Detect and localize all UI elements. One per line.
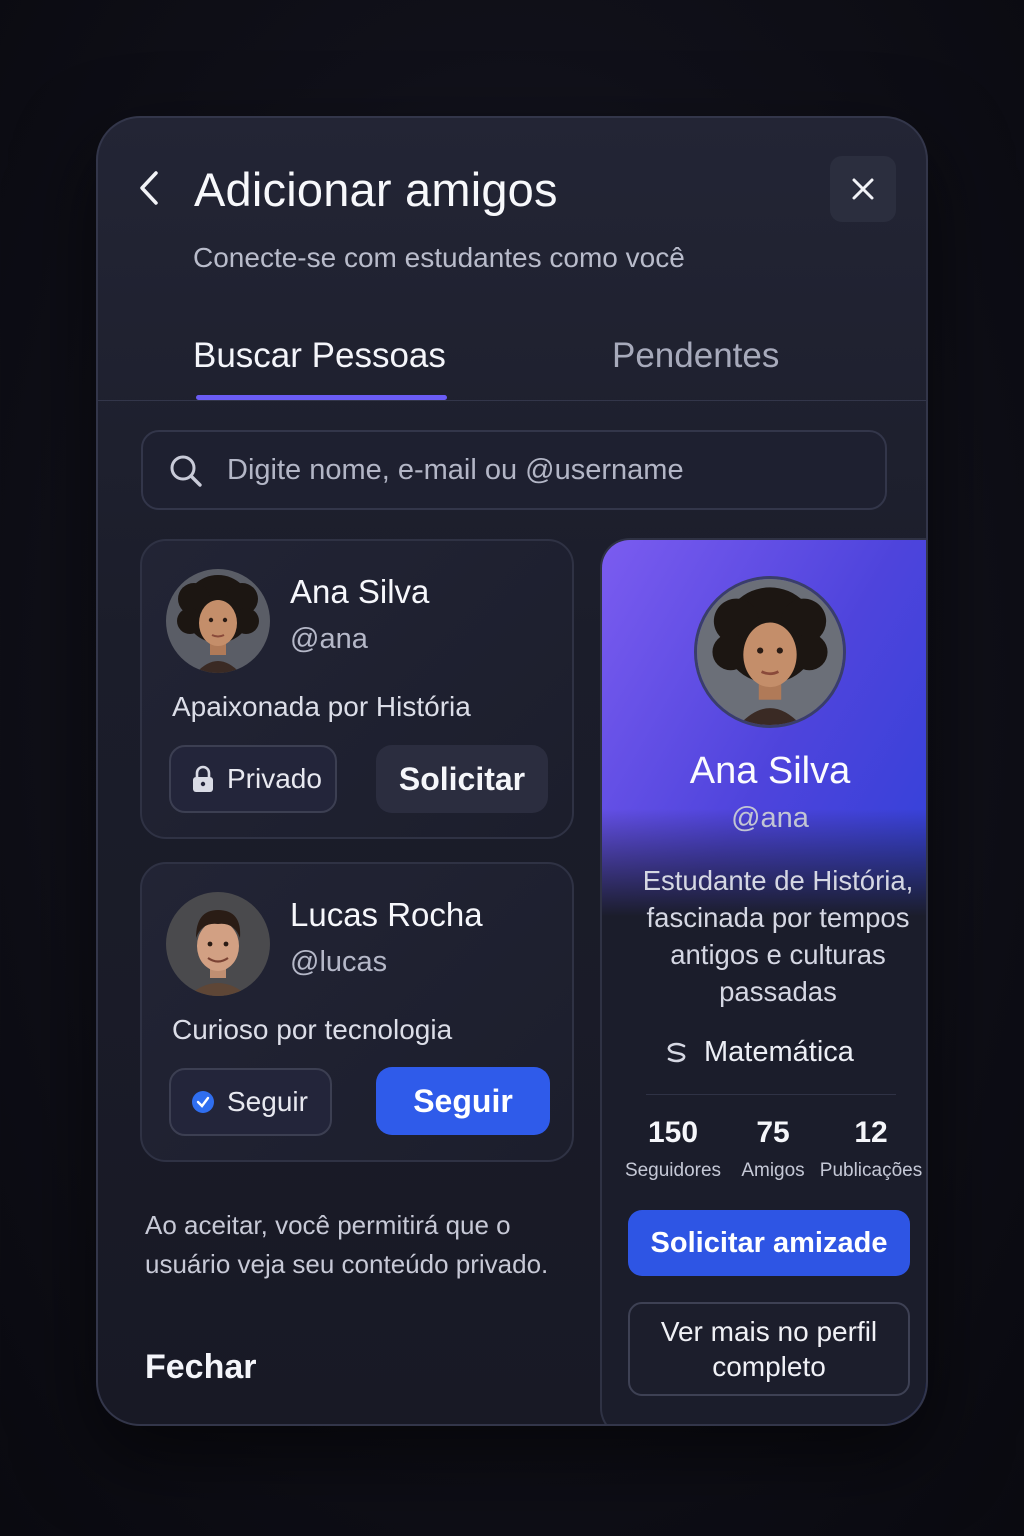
request-friendship-button[interactable]: Solicitar amizade	[628, 1210, 910, 1276]
stat-friends: 75 Amigos	[738, 1116, 808, 1182]
request-button[interactable]: Solicitar	[376, 745, 548, 813]
profile-avatar	[694, 576, 846, 728]
verified-icon	[192, 1091, 214, 1113]
user-bio: Curioso por tecnologia	[172, 1014, 453, 1045]
tab-pending[interactable]: Pendentes	[612, 336, 779, 376]
privacy-status-chip: Privado	[169, 745, 337, 813]
profile-subject: Matemática	[664, 1036, 854, 1069]
search-icon	[170, 455, 202, 487]
privacy-status-label: Privado	[227, 763, 322, 794]
stat-followers-value: 150	[647, 1116, 699, 1149]
back-button[interactable]	[134, 168, 164, 208]
follow-button[interactable]: Seguir	[376, 1067, 550, 1135]
profile-preview-panel: Ana Silva @ana Estudante de História, fa…	[600, 538, 926, 1424]
modal-subtitle: Conecte-se com estudantes como você	[193, 242, 685, 273]
search-box	[141, 430, 887, 510]
lock-icon	[193, 765, 213, 792]
follow-status-label: Seguir	[227, 1086, 308, 1117]
user-handle: @ana	[290, 623, 368, 655]
close-link[interactable]: Fechar	[145, 1348, 257, 1387]
avatar-ana	[166, 569, 270, 673]
user-card-ana[interactable]: Ana Silva @ana Apaixonada por História P…	[140, 539, 574, 839]
profile-handle: @ana	[731, 802, 809, 834]
stat-friends-label: Amigos	[741, 1160, 805, 1181]
avatar-lucas	[166, 892, 270, 996]
view-full-profile-button[interactable]: Ver mais no perfil completo	[628, 1302, 910, 1396]
modal-title: Adicionar amigos	[194, 163, 558, 216]
stat-posts-value: 12	[854, 1116, 888, 1149]
close-button[interactable]	[830, 156, 896, 222]
user-bio: Apaixonada por História	[172, 691, 471, 722]
add-friends-modal: Adicionar amigos Conecte-se com estudant…	[96, 116, 928, 1426]
subject-icon	[667, 1042, 686, 1062]
user-card-lucas[interactable]: Lucas Rocha @lucas Curioso por tecnologi…	[140, 862, 574, 1162]
close-icon	[852, 178, 874, 200]
privacy-notice: Ao aceitar, você permitirá que o usuário…	[145, 1210, 549, 1279]
user-handle: @lucas	[290, 946, 388, 978]
user-name: Ana Silva	[290, 573, 430, 610]
user-name: Lucas Rocha	[290, 896, 483, 933]
stat-posts: 12 Publicações	[818, 1116, 924, 1182]
profile-subject-label: Matemática	[704, 1036, 854, 1068]
profile-bio: Estudante de História, fascinada por tem…	[642, 865, 914, 1007]
chevron-left-icon	[140, 171, 158, 205]
stat-followers-label: Seguidores	[624, 1160, 722, 1181]
stat-posts-label: Publicações	[819, 1160, 923, 1181]
search-input[interactable]	[227, 446, 867, 494]
follow-status-chip: Seguir	[169, 1068, 332, 1136]
stat-friends-value: 75	[756, 1116, 790, 1149]
profile-divider	[646, 1094, 896, 1095]
stat-followers: 150 Seguidores	[622, 1116, 724, 1182]
profile-name: Ana Silva	[689, 750, 851, 792]
tabs-divider	[98, 400, 926, 401]
tab-search-people[interactable]: Buscar Pessoas	[193, 336, 446, 376]
